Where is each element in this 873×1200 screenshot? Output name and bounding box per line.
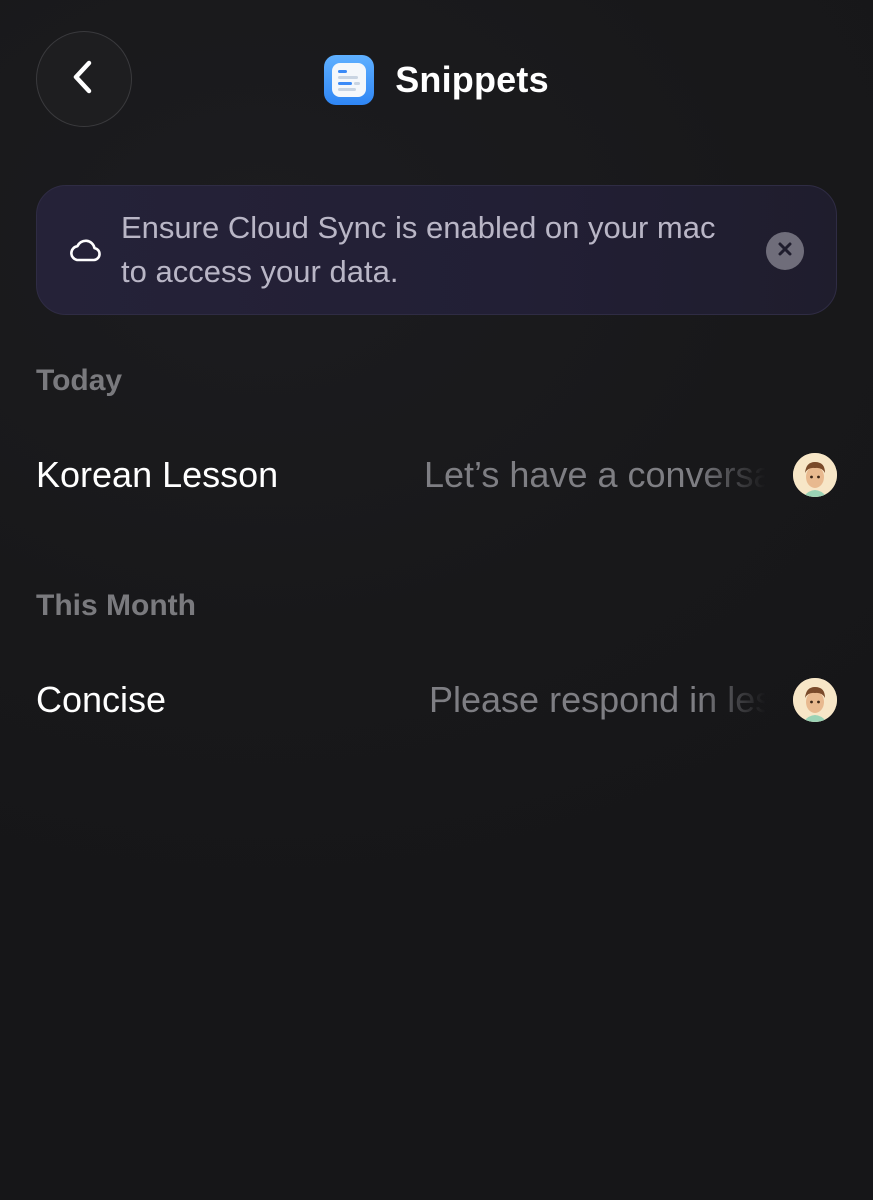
snippet-row[interactable]: Korean Lesson Let’s have a conversation (0, 440, 873, 510)
snippet-title: Concise (36, 679, 167, 720)
cloud-sync-banner: Ensure Cloud Sync is enabled on your mac… (36, 185, 837, 315)
snippets-screen: Snippets Ensure Cloud Sync is enabled on… (0, 0, 873, 1200)
snippet-preview: Let’s have a conversation (424, 454, 766, 495)
cloud-icon (68, 236, 102, 264)
section-header-today: Today (36, 364, 123, 397)
close-icon (777, 241, 793, 262)
snippet-preview: Please respond in less words (429, 679, 766, 720)
page-header: Snippets (0, 54, 873, 106)
banner-message: Ensure Cloud Sync is enabled on your mac… (121, 210, 716, 289)
banner-close-button[interactable] (766, 232, 804, 270)
avatar (793, 453, 837, 497)
snippet-title: Korean Lesson (36, 454, 279, 495)
page-title: Snippets (395, 59, 549, 100)
snippets-app-icon (324, 55, 375, 105)
section-header-this-month: This Month (36, 589, 196, 622)
avatar (793, 678, 837, 722)
snippet-row[interactable]: Concise Please respond in less words (0, 665, 873, 735)
